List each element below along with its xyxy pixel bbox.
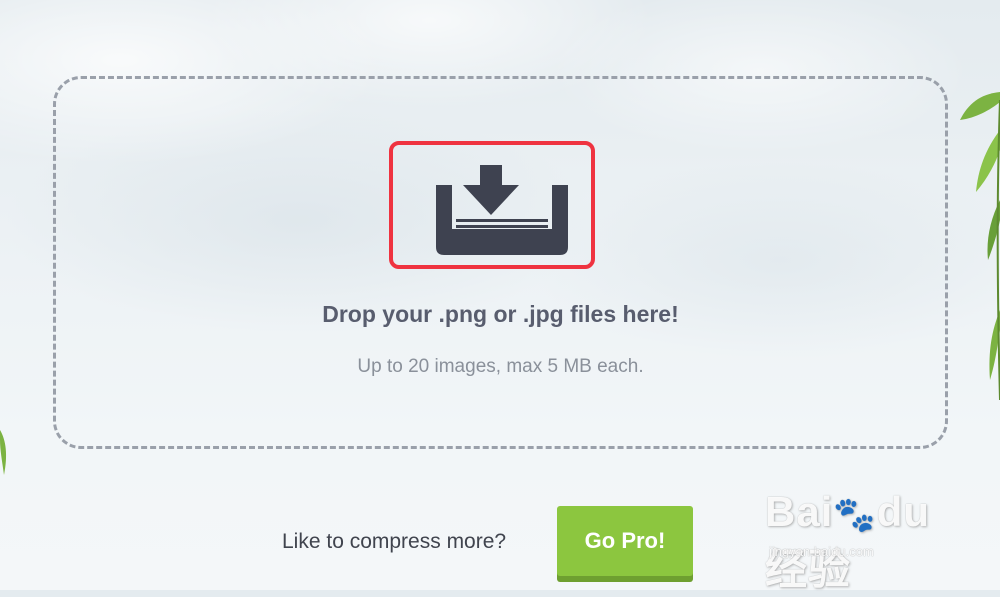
- go-pro-button[interactable]: Go Pro!: [557, 506, 693, 576]
- watermark-url: jingyan.baidu.com: [769, 544, 874, 559]
- drop-subtitle: Up to 20 images, max 5 MB each.: [357, 356, 644, 377]
- plant-leaves-decoration: [960, 92, 1000, 400]
- upload-tray-icon[interactable]: [436, 165, 568, 255]
- drop-title: Drop your .png or .jpg files here!: [322, 301, 679, 327]
- baidu-jingyan-watermark: Bai🐾du 经验 jingyan.baidu.com: [765, 480, 955, 593]
- upload-icon-highlight-box: [389, 141, 595, 269]
- watermark-logo: Bai🐾du 经验: [765, 488, 931, 593]
- leaf-decoration: [0, 430, 7, 475]
- compress-more-text: Like to compress more?: [282, 530, 507, 553]
- file-drop-zone[interactable]: Drop your .png or .jpg files here! Up to…: [53, 76, 948, 449]
